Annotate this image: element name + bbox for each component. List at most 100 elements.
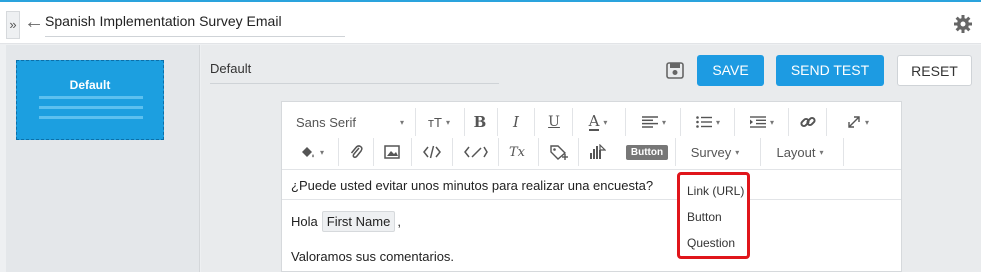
toolbar-divider: [373, 138, 374, 166]
indent-icon: [749, 116, 766, 128]
merge-tag-first-name[interactable]: First Name: [321, 211, 396, 232]
toolbar-divider: [411, 138, 412, 166]
survey-dropdown[interactable]: Survey ▾: [680, 138, 750, 166]
back-arrow-icon[interactable]: ←: [24, 10, 44, 34]
code-view-button[interactable]: [419, 138, 445, 166]
send-test-button[interactable]: SEND TEST: [776, 55, 884, 86]
top-bar: » ← Spanish Implementation Survey Email: [0, 0, 981, 44]
survey-menu-item-link[interactable]: Link (URL): [687, 184, 744, 198]
survey-menu-item-button[interactable]: Button: [687, 210, 722, 224]
save-template-icon[interactable]: [666, 61, 684, 79]
font-size-button[interactable]: тT ▾: [420, 108, 458, 136]
toolbar-divider: [578, 138, 579, 166]
attach-button[interactable]: [344, 138, 368, 166]
gear-icon[interactable]: [953, 14, 973, 34]
list-icon: [696, 116, 712, 128]
toolbar-divider: [538, 138, 539, 166]
paint-bucket-icon: [301, 147, 314, 158]
page-title[interactable]: Spanish Implementation Survey Email: [45, 13, 282, 29]
insert-chart-button[interactable]: [584, 138, 610, 166]
toolbar-divider: [415, 108, 416, 136]
italic-button[interactable]: I: [504, 108, 528, 136]
text-color-icon: A: [588, 112, 600, 131]
greeting-prefix: Hola: [291, 214, 318, 229]
chevron-down-icon: ▾: [603, 117, 608, 127]
insert-link-button[interactable]: [795, 108, 821, 136]
toolbar-divider: [498, 138, 499, 166]
underline-button[interactable]: U: [542, 108, 566, 136]
insert-snippet-button[interactable]: [460, 138, 492, 166]
template-name-underline: [210, 83, 499, 84]
chart-doc-icon: [590, 144, 606, 159]
template-preview-line: [39, 96, 143, 99]
greeting-line: Hola First Name ,: [291, 211, 401, 232]
toolbar-divider: [572, 108, 573, 136]
survey-dropdown-menu: Link (URL) Button Question: [677, 172, 750, 259]
layout-dropdown-label: Layout: [776, 144, 816, 160]
insert-button-button[interactable]: Button: [625, 138, 669, 166]
template-sidebar: Default: [6, 45, 200, 272]
snippet-icon: [464, 146, 488, 158]
survey-dropdown-label: Survey: [690, 144, 732, 160]
toolbar-divider: [734, 108, 735, 136]
title-underline: [45, 36, 345, 37]
greeting-suffix: ,: [397, 214, 401, 229]
image-icon: [384, 145, 400, 159]
main-area: Default SAVE SEND TEST RESET Sans Serif …: [201, 45, 981, 272]
email-body[interactable]: Hola First Name , Valoramos sus comentar…: [282, 201, 901, 272]
button-chip-label: Button: [625, 144, 669, 160]
text-color-button[interactable]: A ▾: [580, 108, 616, 136]
toolbar-divider: [788, 108, 789, 136]
tag-plus-icon: [550, 145, 568, 160]
fill-color-button[interactable]: ▾: [296, 138, 328, 166]
bold-button[interactable]: B: [468, 108, 492, 136]
chevron-down-icon: ▾: [769, 117, 774, 127]
link-icon: [800, 116, 816, 128]
toolbar-divider: [625, 108, 626, 136]
chevron-down-icon: ▾: [864, 117, 869, 127]
list-button[interactable]: ▾: [688, 108, 728, 136]
font-size-icon: тT: [428, 114, 442, 130]
toolbar-divider: [464, 108, 465, 136]
align-button[interactable]: ▾: [634, 108, 674, 136]
template-preview-line: [39, 106, 143, 109]
template-preview-line: [39, 116, 143, 119]
subject-line[interactable]: ¿Puede usted evitar unos minutos para re…: [282, 171, 901, 200]
reset-button[interactable]: RESET: [897, 55, 972, 86]
toolbar-divider: [338, 138, 339, 166]
chevron-down-icon: ▾: [661, 117, 666, 127]
toolbar-divider: [497, 108, 498, 136]
toolbar-divider: [534, 108, 535, 136]
chevron-down-icon: ▾: [715, 117, 720, 127]
editor-toolbar: Sans Serif ▾ тT ▾ B I U A ▾ ▾ ▾ ▾ ▾ ▾ Tx…: [282, 102, 901, 170]
survey-menu-item-question[interactable]: Question: [687, 236, 735, 250]
toolbar-divider: [760, 138, 761, 166]
indent-button[interactable]: ▾: [740, 108, 784, 136]
save-button[interactable]: SAVE: [697, 55, 764, 86]
expand-sidebar-button[interactable]: »: [6, 11, 20, 39]
insert-image-button[interactable]: [380, 138, 404, 166]
toolbar-divider: [675, 138, 676, 166]
chevron-down-icon: ▾: [399, 117, 404, 127]
subject-text: ¿Puede usted evitar unos minutos para re…: [291, 178, 654, 193]
chevron-down-icon: ▾: [735, 147, 740, 157]
template-card-default[interactable]: Default: [16, 60, 164, 140]
toolbar-divider: [452, 138, 453, 166]
chevron-down-icon: ▾: [319, 147, 324, 157]
clear-formatting-button[interactable]: Tx: [504, 138, 530, 166]
font-family-select[interactable]: Sans Serif ▾: [290, 108, 410, 136]
body-text: Valoramos sus comentarios.: [291, 249, 455, 264]
align-left-icon: [641, 116, 658, 128]
insert-merge-tag-button[interactable]: [546, 138, 572, 166]
code-icon: [423, 145, 441, 159]
paperclip-icon: [350, 145, 363, 159]
template-name-field[interactable]: Default: [210, 61, 251, 76]
toolbar-divider: [680, 108, 681, 136]
toolbar-divider: [826, 108, 827, 136]
layout-dropdown[interactable]: Layout ▾: [765, 138, 835, 166]
fullscreen-button[interactable]: ▾: [838, 108, 878, 136]
chevron-down-icon: ▾: [445, 117, 450, 127]
template-card-label: Default: [69, 78, 111, 92]
expand-icon: [848, 116, 860, 128]
font-family-label: Sans Serif: [296, 114, 356, 130]
